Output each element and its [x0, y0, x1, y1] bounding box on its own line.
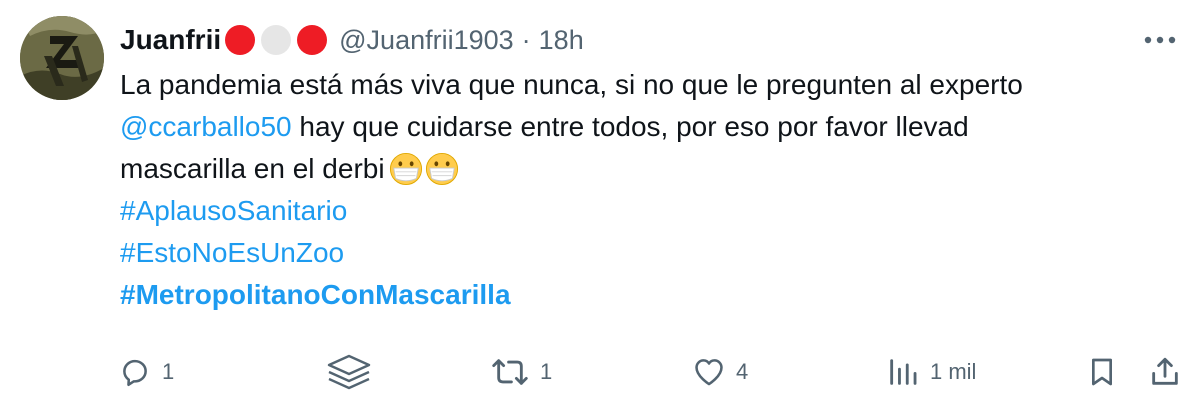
like-count: 4: [736, 359, 749, 384]
views-button[interactable]: 1 mil: [886, 350, 976, 394]
more-dots-icon: [1144, 36, 1176, 44]
bookmark-button[interactable]: [1086, 350, 1118, 394]
display-name[interactable]: Juanfrii: [120, 24, 221, 56]
red-circle-icon: [225, 25, 256, 55]
tweet-text-fragment: hay que cuidarse entre todos, por eso po…: [291, 111, 969, 142]
avatar[interactable]: [20, 16, 104, 100]
bookmark-icon: [1092, 358, 1112, 386]
layers-icon: [327, 354, 371, 390]
analytics-icon: [890, 359, 917, 385]
white-circle-icon: [261, 25, 292, 55]
retweet-count: 1: [540, 359, 553, 384]
tweet-text: La pandemia está más viva que nunca, si …: [120, 64, 1180, 316]
tweet-text-line: La pandemia está más viva que nunca, si …: [120, 69, 1023, 100]
tweet: Juanfrii @Juanfrii1903 · 18h La pandemia…: [0, 0, 1200, 414]
red-circle-icon: [297, 25, 328, 55]
grok-button[interactable]: [324, 350, 374, 394]
retweet-icon: [492, 359, 528, 385]
reply-icon: [123, 359, 147, 387]
separator-dot: ·: [521, 24, 531, 55]
mention-link[interactable]: @ccarballo50: [120, 111, 292, 142]
user-handle[interactable]: @Juanfrii1903: [339, 25, 514, 56]
like-button[interactable]: 4: [692, 350, 748, 394]
tweet-header: Juanfrii @Juanfrii1903 · 18h: [120, 18, 584, 62]
tweet-text-line: mascarilla en el derbi: [120, 148, 1180, 190]
action-bar: 1 1 4 1 mil: [118, 350, 1188, 394]
hashtag-link[interactable]: #MetropolitanoConMascarilla: [120, 274, 1180, 316]
share-button[interactable]: [1148, 350, 1182, 394]
timestamp[interactable]: 18h: [539, 25, 584, 56]
heart-icon: [695, 359, 723, 386]
avatar-image: [20, 16, 104, 100]
reply-button[interactable]: 1: [118, 350, 174, 394]
retweet-button[interactable]: 1: [490, 350, 552, 394]
views-count: 1 mil: [930, 359, 977, 384]
share-icon: [1152, 357, 1178, 385]
face-with-medical-mask-icon: [389, 152, 422, 186]
tweet-text-fragment: mascarilla en el derbi: [120, 153, 385, 184]
hashtag-link[interactable]: #EstoNoEsUnZoo: [120, 232, 1180, 274]
hashtag-link[interactable]: #AplausoSanitario: [120, 190, 1180, 232]
reply-count: 1: [162, 359, 175, 384]
name-emojis: [225, 25, 328, 55]
face-with-medical-mask-icon: [425, 152, 458, 186]
tweet-text-line: @ccarballo50 hay que cuidarse entre todo…: [120, 106, 1180, 148]
more-options-button[interactable]: [1140, 24, 1180, 56]
